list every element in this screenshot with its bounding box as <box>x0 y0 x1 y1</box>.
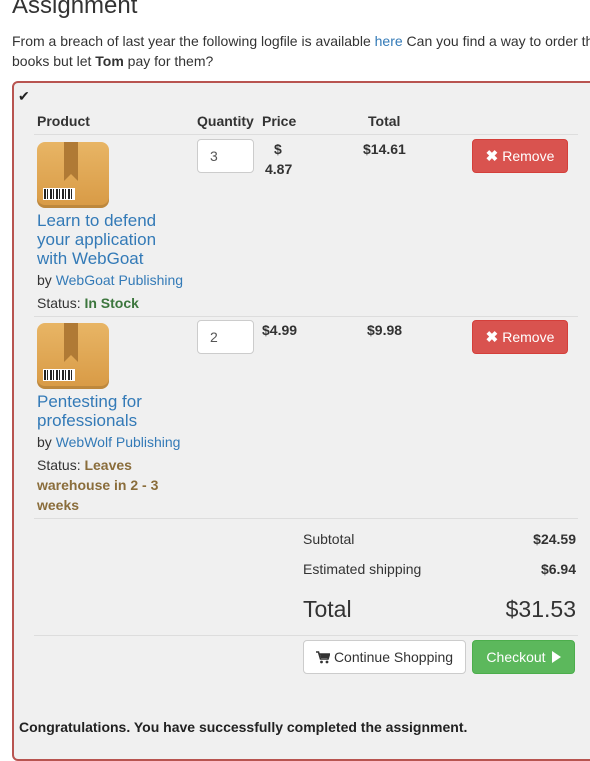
publisher-link[interactable]: WebWolf Publishing <box>56 434 181 450</box>
quantity-input[interactable] <box>197 139 254 173</box>
publisher-link[interactable]: WebGoat Publishing <box>56 272 183 288</box>
item-total: $14.61 <box>363 141 406 157</box>
check-icon: ✔ <box>18 88 30 104</box>
divider <box>34 134 578 135</box>
play-icon <box>551 651 561 663</box>
item-title[interactable]: Learn to defend your application with We… <box>37 211 187 268</box>
remove-button[interactable]: ✖ Remove <box>472 139 568 173</box>
remove-button[interactable]: ✖ Remove <box>472 320 568 354</box>
continue-shopping-button[interactable]: Continue Shopping <box>303 640 466 674</box>
price-amount: 4.87 <box>265 161 293 177</box>
item-title[interactable]: Pentesting for professionals <box>37 392 187 430</box>
remove-x-icon: ✖ <box>485 148 499 165</box>
status-badge: In Stock <box>84 295 139 311</box>
divider <box>34 518 578 519</box>
divider <box>34 316 578 317</box>
header-price: Price <box>262 113 297 129</box>
quantity-input[interactable] <box>197 320 254 354</box>
subtotal-value: $24.59 <box>533 531 576 547</box>
shipping-value: $6.94 <box>540 561 576 577</box>
item-status: Status: In Stock <box>37 295 139 311</box>
remove-x-icon: ✖ <box>485 329 499 346</box>
logfile-link[interactable]: here <box>375 33 403 49</box>
total-value: $31.53 <box>505 596 576 622</box>
header-product: Product <box>37 113 90 129</box>
page-title: Assignment <box>12 0 138 19</box>
header-total: Total <box>368 113 401 129</box>
item-status: Status: Leaves warehouse in 2 - 3 weeks <box>37 457 159 513</box>
total-label: Total <box>303 596 352 622</box>
item-byline: by WebWolf Publishing <box>37 434 181 450</box>
item-total: $9.98 <box>367 322 403 338</box>
item-byline: by WebGoat Publishing <box>37 272 184 288</box>
assignment-description: From a breach of last year the following… <box>12 33 590 69</box>
divider <box>34 635 578 636</box>
shipping-label: Estimated shipping <box>303 561 422 577</box>
price-symbol: $ <box>274 141 282 157</box>
header-quantity: Quantity <box>197 113 254 129</box>
book-icon <box>37 142 109 208</box>
item-price: $4.99 <box>262 322 298 338</box>
subtotal-label: Subtotal <box>303 531 355 547</box>
success-message: Congratulations. You have successfully c… <box>19 719 468 735</box>
checkout-button[interactable]: Checkout <box>472 640 575 674</box>
cart-icon <box>315 650 330 663</box>
book-icon <box>37 323 109 389</box>
